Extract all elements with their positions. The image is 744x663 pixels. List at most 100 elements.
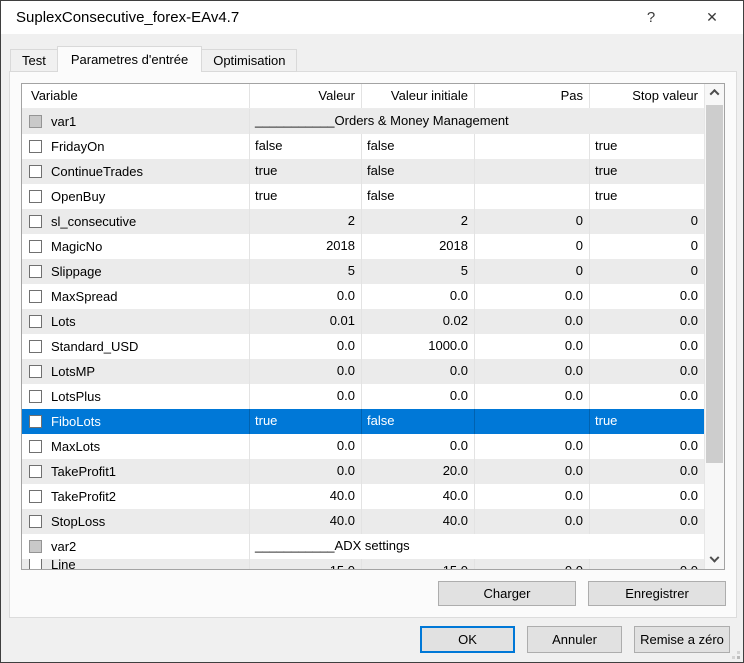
scroll-down-button[interactable] bbox=[705, 552, 724, 569]
cell-valeur[interactable]: true bbox=[250, 409, 362, 434]
row-checkbox[interactable] bbox=[29, 365, 42, 378]
table-row[interactable]: MagicNo2018201800 bbox=[22, 234, 704, 259]
table-row[interactable]: var2___________ADX settings bbox=[22, 534, 704, 559]
cell-valeur[interactable]: 15.0 bbox=[250, 559, 362, 569]
row-checkbox[interactable] bbox=[29, 540, 42, 553]
cell-stop-valeur[interactable]: 0.0 bbox=[590, 309, 704, 334]
table-row[interactable]: Slippage5500 bbox=[22, 259, 704, 284]
table-row[interactable]: MaxSpread0.00.00.00.0 bbox=[22, 284, 704, 309]
row-checkbox[interactable] bbox=[29, 465, 42, 478]
cell-stop-valeur[interactable]: 0 bbox=[590, 209, 704, 234]
cell-stop-valeur[interactable]: 0.0 bbox=[590, 334, 704, 359]
cell-stop-valeur[interactable]: 0.0 bbox=[590, 434, 704, 459]
tab-test[interactable]: Test bbox=[10, 49, 58, 72]
row-checkbox[interactable] bbox=[29, 240, 42, 253]
cell-valeur-initiale[interactable]: 1000.0 bbox=[362, 334, 475, 359]
table-row[interactable]: FiboLotstruefalsetrue bbox=[22, 409, 704, 434]
cell-stop-valeur[interactable]: 0.0 bbox=[590, 459, 704, 484]
cell-valeur[interactable]: 40.0 bbox=[250, 484, 362, 509]
cell-valeur[interactable]: 5 bbox=[250, 259, 362, 284]
table-row[interactable]: MaxLots0.00.00.00.0 bbox=[22, 434, 704, 459]
cell-valeur-initiale[interactable]: 2018 bbox=[362, 234, 475, 259]
scroll-up-button[interactable] bbox=[705, 84, 724, 101]
cell-valeur-initiale[interactable]: false bbox=[362, 134, 475, 159]
row-checkbox[interactable] bbox=[29, 140, 42, 153]
cell-valeur[interactable]: true bbox=[250, 159, 362, 184]
row-checkbox[interactable] bbox=[29, 190, 42, 203]
tab-optimisation[interactable]: Optimisation bbox=[201, 49, 297, 72]
row-checkbox[interactable] bbox=[29, 265, 42, 278]
cell-valeur-initiale[interactable]: 0.0 bbox=[362, 359, 475, 384]
tab-parametres-entree[interactable]: Parametres d'entrée bbox=[57, 46, 202, 72]
table-row[interactable]: LotsMP0.00.00.00.0 bbox=[22, 359, 704, 384]
cell-valeur[interactable]: false bbox=[250, 134, 362, 159]
cell-stop-valeur[interactable]: 0 bbox=[590, 234, 704, 259]
cell-pas[interactable]: 0.0 bbox=[475, 284, 590, 309]
cell-pas[interactable]: 0.0 bbox=[475, 434, 590, 459]
row-checkbox[interactable] bbox=[29, 415, 42, 428]
table-row[interactable]: sl_consecutive2200 bbox=[22, 209, 704, 234]
cell-valeur-initiale[interactable]: 15.0 bbox=[362, 559, 475, 569]
cell-stop-valeur[interactable]: true bbox=[590, 409, 704, 434]
cell-pas[interactable]: 0.0 bbox=[475, 309, 590, 334]
cell-pas[interactable]: 0.0 bbox=[475, 559, 590, 569]
cell-pas[interactable]: 0 bbox=[475, 209, 590, 234]
row-checkbox[interactable] bbox=[29, 340, 42, 353]
charger-button[interactable]: Charger bbox=[438, 581, 576, 606]
table-row[interactable]: OpenBuytruefalsetrue bbox=[22, 184, 704, 209]
cell-valeur-initiale[interactable]: false bbox=[362, 159, 475, 184]
cell-valeur[interactable]: 0.0 bbox=[250, 384, 362, 409]
cell-valeur-initiale[interactable]: 0.02 bbox=[362, 309, 475, 334]
table-row[interactable]: FridayOnfalsefalsetrue bbox=[22, 134, 704, 159]
cell-stop-valeur[interactable]: 0.0 bbox=[590, 284, 704, 309]
cell-valeur[interactable]: 40.0 bbox=[250, 509, 362, 534]
cell-stop-valeur[interactable]: true bbox=[590, 159, 704, 184]
cell-valeur[interactable]: 2 bbox=[250, 209, 362, 234]
table-row[interactable]: Standard_USD0.01000.00.00.0 bbox=[22, 334, 704, 359]
scrollbar-thumb[interactable] bbox=[706, 105, 723, 463]
table-row[interactable]: TakeProfit240.040.00.00.0 bbox=[22, 484, 704, 509]
cell-stop-valeur[interactable]: 0 bbox=[590, 259, 704, 284]
cell-valeur[interactable]: 0.0 bbox=[250, 459, 362, 484]
table-row[interactable]: StopLoss40.040.00.00.0 bbox=[22, 509, 704, 534]
cell-stop-valeur[interactable]: true bbox=[590, 134, 704, 159]
cell-pas[interactable]: 0.0 bbox=[475, 359, 590, 384]
table-row[interactable]: ContinueTradestruefalsetrue bbox=[22, 159, 704, 184]
close-icon[interactable]: ✕ bbox=[695, 1, 729, 34]
remise-a-zero-button[interactable]: Remise a zéro bbox=[634, 626, 730, 653]
cell-valeur[interactable]: 0.0 bbox=[250, 359, 362, 384]
cell-stop-valeur[interactable]: 0.0 bbox=[590, 484, 704, 509]
cell-stop-valeur[interactable]: 0.0 bbox=[590, 559, 704, 569]
cell-valeur[interactable]: true bbox=[250, 184, 362, 209]
cell-valeur-initiale[interactable]: false bbox=[362, 409, 475, 434]
row-checkbox[interactable] bbox=[29, 390, 42, 403]
cell-valeur[interactable]: 0.0 bbox=[250, 284, 362, 309]
cell-valeur[interactable]: 0.0 bbox=[250, 434, 362, 459]
row-checkbox[interactable] bbox=[29, 559, 42, 569]
cell-stop-valeur[interactable]: 0.0 bbox=[590, 384, 704, 409]
enregistrer-button[interactable]: Enregistrer bbox=[588, 581, 726, 606]
cell-pas[interactable]: 0.0 bbox=[475, 384, 590, 409]
cell-valeur-initiale[interactable]: 0.0 bbox=[362, 434, 475, 459]
cell-stop-valeur[interactable]: true bbox=[590, 184, 704, 209]
cell-stop-valeur[interactable]: 0.0 bbox=[590, 509, 704, 534]
row-checkbox[interactable] bbox=[29, 165, 42, 178]
cell-valeur[interactable]: 2018 bbox=[250, 234, 362, 259]
cell-pas[interactable] bbox=[475, 159, 590, 184]
cell-pas[interactable]: 0.0 bbox=[475, 509, 590, 534]
table-row[interactable]: Lots0.010.020.00.0 bbox=[22, 309, 704, 334]
row-checkbox[interactable] bbox=[29, 515, 42, 528]
cell-valeur-initiale[interactable]: 40.0 bbox=[362, 509, 475, 534]
cell-stop-valeur[interactable]: 0.0 bbox=[590, 359, 704, 384]
cell-pas[interactable]: 0.0 bbox=[475, 334, 590, 359]
cell-valeur-initiale[interactable]: 0.0 bbox=[362, 284, 475, 309]
cell-pas[interactable] bbox=[475, 184, 590, 209]
cell-valeur-initiale[interactable]: 20.0 bbox=[362, 459, 475, 484]
cell-valeur-initiale[interactable]: 40.0 bbox=[362, 484, 475, 509]
cell-valeur-initiale[interactable]: false bbox=[362, 184, 475, 209]
row-checkbox[interactable] bbox=[29, 440, 42, 453]
cell-valeur[interactable]: 0.0 bbox=[250, 334, 362, 359]
cell-pas[interactable]: 0.0 bbox=[475, 459, 590, 484]
row-checkbox[interactable] bbox=[29, 490, 42, 503]
cell-valeur[interactable]: 0.01 bbox=[250, 309, 362, 334]
